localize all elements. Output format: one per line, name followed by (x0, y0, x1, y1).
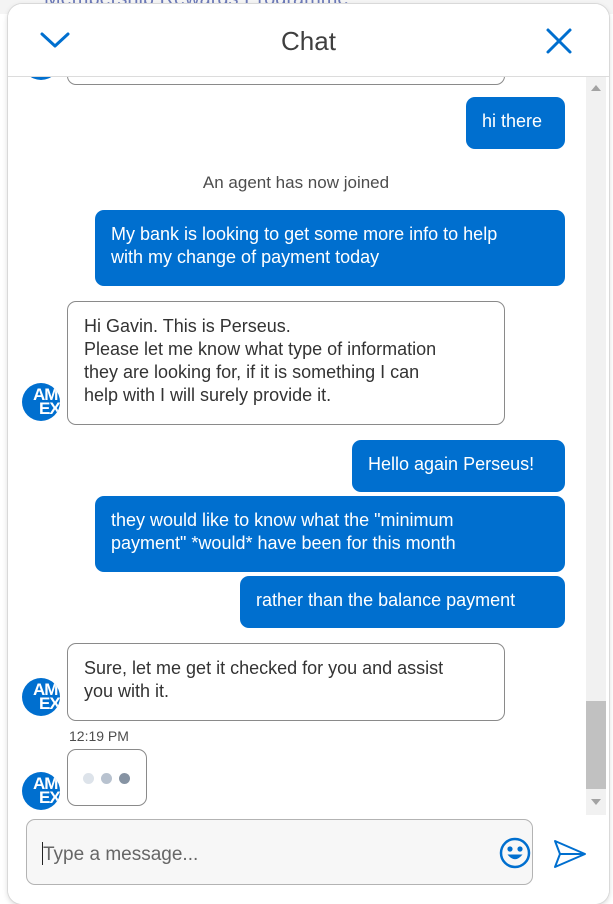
agent-avatar-text-2: EX (39, 399, 60, 418)
close-button[interactable] (542, 24, 576, 58)
emoji-icon (499, 837, 531, 869)
agent-avatar: AM EX (22, 383, 60, 421)
message-agent: Sure, let me get it checked for you and … (67, 643, 505, 721)
message-user: they would like to know what the "minimu… (95, 496, 565, 572)
agent-avatar-text-2: EX (39, 788, 60, 807)
message-user: hi there (466, 97, 565, 149)
message-agent-previous (67, 77, 505, 85)
scrollbar-thumb[interactable] (586, 701, 606, 789)
chat-title: Chat (281, 26, 336, 56)
message-user: rather than the balance payment (240, 576, 565, 628)
message-scrollbar[interactable] (586, 77, 606, 815)
typing-dot (83, 773, 94, 784)
system-message: An agent has now joined (202, 173, 390, 192)
agent-avatar: AM EX (22, 772, 60, 810)
typing-indicator (67, 749, 147, 806)
close-icon (546, 28, 572, 54)
message-agent: Hi Gavin. This is Perseus. Please let me… (67, 301, 505, 425)
typing-dot (101, 773, 112, 784)
agent-avatar-text-2: EX (39, 694, 60, 713)
typing-dot (119, 773, 130, 784)
message-input-placeholder: Type a message... (43, 844, 199, 865)
chat-window: Chat hi there An agent has now joined My… (8, 4, 609, 904)
emoji-button[interactable] (499, 837, 531, 869)
agent-avatar: AM EX (22, 678, 60, 716)
message-input[interactable]: Type a message... (26, 819, 533, 885)
message-user: Hello again Perseus! (352, 440, 565, 492)
send-button[interactable] (552, 838, 588, 870)
agent-avatar (22, 77, 60, 80)
send-icon (554, 840, 586, 868)
message-list: hi there An agent has now joined My bank… (8, 77, 584, 815)
scroll-up-arrow-icon[interactable] (591, 85, 601, 91)
chat-header: Chat (8, 4, 609, 77)
composer: Type a message... (8, 816, 609, 904)
scroll-down-arrow-icon[interactable] (591, 799, 601, 805)
message-user: My bank is looking to get some more info… (95, 210, 565, 286)
message-timestamp: 12:19 PM (69, 728, 129, 744)
